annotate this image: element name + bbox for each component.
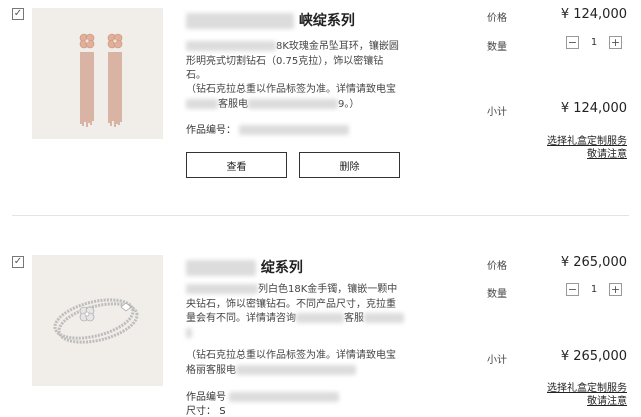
subtotal-label: 小计	[487, 355, 507, 366]
delete-button[interactable]: 删除	[299, 152, 400, 178]
quantity-value[interactable]: 1	[579, 37, 609, 48]
notice-link[interactable]: 敬请注意	[587, 392, 627, 407]
unit-price: ¥ 265,000	[560, 255, 627, 270]
redacted-text	[296, 313, 344, 323]
plus-button[interactable]: +	[609, 283, 622, 296]
redacted-text	[236, 364, 356, 375]
cart-item-bracelet: ✓ 绽系列 列白色18K金手镯，镶嵌一颗中 央钻石，饰以密镶钻石。不同产品尺寸，…	[0, 240, 641, 417]
weight-note: （钻石克拉总重以作品标签为准。详情请致电宝 客服电 9。）	[186, 84, 396, 110]
redacted-text	[186, 327, 192, 338]
redacted-text	[186, 284, 258, 294]
earrings-illustration	[79, 33, 123, 127]
redacted-text	[186, 260, 256, 276]
quantity-stepper: − 1 +	[566, 282, 622, 297]
product-size: 尺寸： S	[186, 406, 226, 417]
weight-note: （钻石克拉总重以作品标签为准。详情请致电宝 格丽客服电	[186, 350, 396, 376]
quantity-stepper: − 1 +	[566, 35, 622, 50]
subtotal-value: ¥ 124,000	[560, 101, 627, 116]
product-image-bracelet[interactable]	[32, 255, 163, 386]
redacted-text	[186, 98, 218, 109]
check-icon: ✓	[13, 8, 23, 19]
item-checkbox[interactable]: ✓	[12, 256, 24, 268]
quantity-label: 数量	[487, 42, 507, 53]
redacted-text	[248, 98, 338, 109]
product-description: 列白色18K金手镯，镶嵌一颗中 央钻石，饰以密镶钻石。不同产品尺寸，克拉重 量会…	[186, 283, 436, 341]
redacted-text	[364, 313, 404, 323]
subtotal-value: ¥ 265,000	[560, 349, 627, 364]
product-code: 作品编号	[186, 388, 340, 403]
redacted-text	[239, 125, 350, 135]
plus-button[interactable]: +	[609, 36, 622, 49]
quantity-label: 数量	[487, 289, 507, 300]
product-title[interactable]: 绽系列	[186, 257, 303, 277]
item-checkbox[interactable]: ✓	[12, 8, 24, 20]
minus-button[interactable]: −	[566, 283, 579, 296]
item-divider	[12, 215, 629, 216]
minus-button[interactable]: −	[566, 36, 579, 49]
unit-price: ¥ 124,000	[560, 7, 627, 22]
bracelet-illustration	[53, 298, 139, 344]
product-title[interactable]: 峡绽系列	[186, 10, 355, 30]
product-code: 作品编号：	[186, 121, 350, 136]
redacted-text	[229, 392, 340, 402]
price-label: 价格	[487, 13, 507, 24]
check-icon: ✓	[13, 256, 23, 267]
cart-item-earrings: ✓ 峡绽系列 8K玫瑰金吊坠耳环，镶嵌圆 形明亮式切割钻石（0.75克拉），饰以…	[0, 0, 641, 215]
subtotal-label: 小计	[487, 107, 507, 118]
price-label: 价格	[487, 261, 507, 272]
redacted-text	[186, 13, 294, 29]
product-image-earrings[interactable]	[32, 8, 163, 139]
notice-link[interactable]: 敬请注意	[587, 145, 627, 160]
view-button[interactable]: 查看	[186, 152, 287, 178]
product-description: 8K玫瑰金吊坠耳环，镶嵌圆 形明亮式切割钻石（0.75克拉），饰以密镶钻 石。	[186, 41, 399, 81]
redacted-text	[186, 41, 276, 51]
quantity-value[interactable]: 1	[579, 284, 609, 295]
